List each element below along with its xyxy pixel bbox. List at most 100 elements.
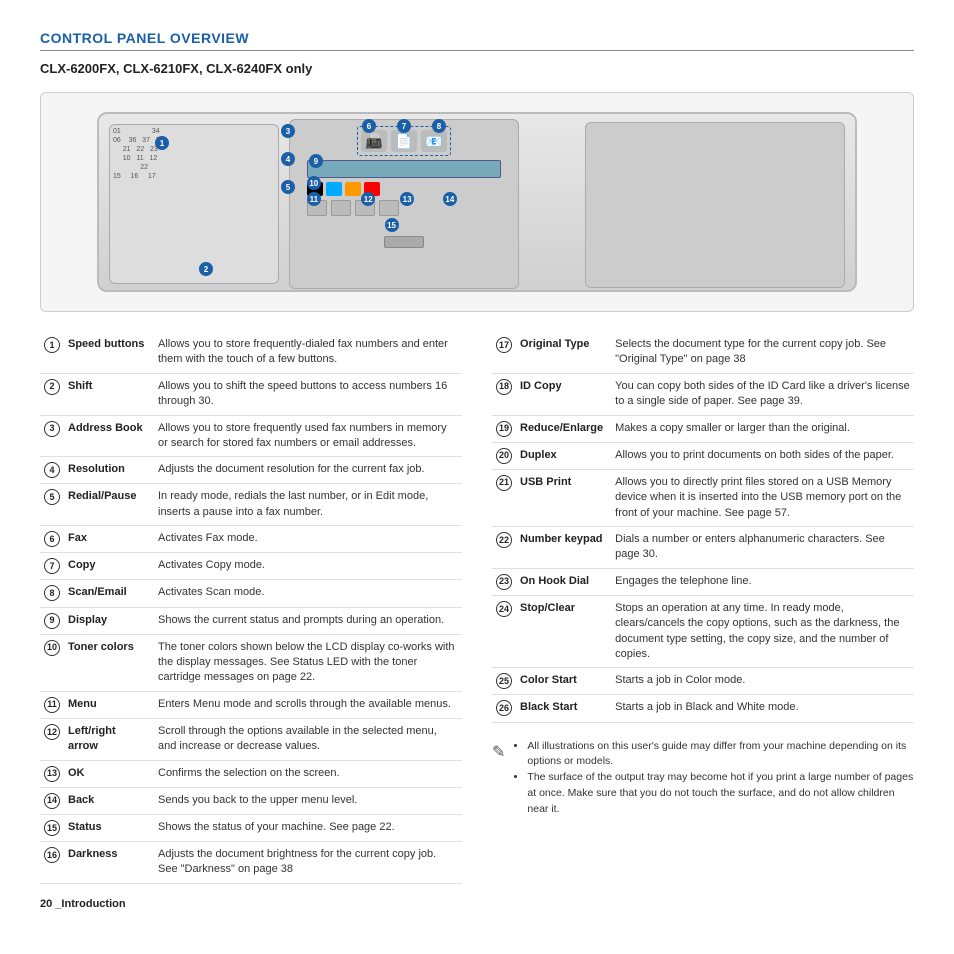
row-desc: Engages the telephone line. (611, 568, 914, 595)
right-info-table: 17 Original Type Selects the document ty… (492, 332, 914, 723)
table-row: 1 Speed buttons Allows you to store freq… (40, 332, 462, 373)
badge-14: 14 (443, 192, 457, 206)
row-desc: Scroll through the options available in … (154, 718, 462, 760)
badge-2: 2 (199, 262, 213, 276)
row-desc: Shows the current status and prompts dur… (154, 607, 462, 634)
table-row: 8 Scan/Email Activates Scan mode. (40, 580, 462, 607)
badge-13: 13 (400, 192, 414, 206)
badge-15: 15 (385, 218, 399, 232)
row-num: 7 (40, 553, 64, 580)
row-name: Back (64, 787, 154, 814)
row-num: 12 (40, 718, 64, 760)
table-row: 5 Redial/Pause In ready mode, redials th… (40, 484, 462, 526)
row-desc: Starts a job in Black and White mode. (611, 695, 914, 722)
row-desc: Activates Scan mode. (154, 580, 462, 607)
row-name: Number keypad (516, 526, 611, 568)
row-name: Black Start (516, 695, 611, 722)
table-row: 21 USB Print Allows you to directly prin… (492, 469, 914, 526)
row-desc: Allows you to store frequently used fax … (154, 415, 462, 457)
table-row: 11 Menu Enters Menu mode and scrolls thr… (40, 691, 462, 718)
badge-10: 10 (307, 176, 321, 190)
row-num: 21 (492, 469, 516, 526)
row-num: 26 (492, 695, 516, 722)
row-num: 11 (40, 691, 64, 718)
table-row: 25 Color Start Starts a job in Color mod… (492, 668, 914, 695)
table-row: 19 Reduce/Enlarge Makes a copy smaller o… (492, 415, 914, 442)
row-desc: Makes a copy smaller or larger than the … (611, 415, 914, 442)
row-desc: Allows you to store frequently-dialed fa… (154, 332, 462, 373)
badge-7: 7 (397, 119, 411, 133)
page-number-row: 20 _Introduction (40, 898, 914, 910)
row-name: Status (64, 814, 154, 841)
row-name: Shift (64, 373, 154, 415)
panel-image: 01 34 06 36 37 38 21 22 23 10 11 12 22 1… (97, 112, 857, 292)
row-desc: Shows the status of your machine. See pa… (154, 814, 462, 841)
notes-section: ✎ All illustrations on this user's guide… (492, 739, 914, 818)
row-desc: Allows you to directly print files store… (611, 469, 914, 526)
page-number: 20 (40, 898, 52, 910)
title-divider (40, 50, 914, 51)
row-name: ID Copy (516, 373, 611, 415)
table-row: 3 Address Book Allows you to store frequ… (40, 415, 462, 457)
row-desc: Enters Menu mode and scrolls through the… (154, 691, 462, 718)
row-num: 10 (40, 634, 64, 691)
table-row: 16 Darkness Adjusts the document brightn… (40, 841, 462, 883)
badge-1: 1 (155, 136, 169, 150)
row-num: 17 (492, 332, 516, 373)
row-desc: Allows you to print documents on both si… (611, 442, 914, 469)
row-desc: Stops an operation at any time. In ready… (611, 595, 914, 668)
row-name: Resolution (64, 457, 154, 484)
row-name: Menu (64, 691, 154, 718)
row-num: 6 (40, 526, 64, 553)
table-row: 13 OK Confirms the selection on the scre… (40, 760, 462, 787)
row-num: 22 (492, 526, 516, 568)
right-table-col: 17 Original Type Selects the document ty… (492, 332, 914, 817)
row-name: Color Start (516, 668, 611, 695)
row-num: 15 (40, 814, 64, 841)
table-row: 26 Black Start Starts a job in Black and… (492, 695, 914, 722)
row-desc: Dials a number or enters alphanumeric ch… (611, 526, 914, 568)
row-name: USB Print (516, 469, 611, 526)
table-row: 18 ID Copy You can copy both sides of th… (492, 373, 914, 415)
row-desc: The toner colors shown below the LCD dis… (154, 634, 462, 691)
note-content: All illustrations on this user's guide m… (513, 739, 914, 818)
table-row: 10 Toner colors The toner colors shown b… (40, 634, 462, 691)
row-name: Display (64, 607, 154, 634)
table-row: 7 Copy Activates Copy mode. (40, 553, 462, 580)
row-num: 13 (40, 760, 64, 787)
left-table-col: 1 Speed buttons Allows you to store freq… (40, 332, 462, 884)
table-row: 22 Number keypad Dials a number or enter… (492, 526, 914, 568)
table-row: 15 Status Shows the status of your machi… (40, 814, 462, 841)
list-item: The surface of the output tray may becom… (527, 770, 914, 817)
row-num: 2 (40, 373, 64, 415)
row-name: Stop/Clear (516, 595, 611, 668)
table-row: 14 Back Sends you back to the upper menu… (40, 787, 462, 814)
row-desc: Allows you to shift the speed buttons to… (154, 373, 462, 415)
badge-8: 8 (432, 119, 446, 133)
row-num: 5 (40, 484, 64, 526)
table-row: 17 Original Type Selects the document ty… (492, 332, 914, 373)
tables-row: 1 Speed buttons Allows you to store freq… (40, 332, 914, 884)
row-desc: In ready mode, redials the last number, … (154, 484, 462, 526)
row-desc: Adjusts the document brightness for the … (154, 841, 462, 883)
row-num: 1 (40, 332, 64, 373)
row-desc: Confirms the selection on the screen. (154, 760, 462, 787)
row-name: On Hook Dial (516, 568, 611, 595)
row-name: Fax (64, 526, 154, 553)
row-desc: Starts a job in Color mode. (611, 668, 914, 695)
badge-3: 3 (281, 124, 295, 138)
table-row: 9 Display Shows the current status and p… (40, 607, 462, 634)
row-name: Copy (64, 553, 154, 580)
row-num: 9 (40, 607, 64, 634)
subtitle: CLX-6200FX, CLX-6210FX, CLX-6240FX only (40, 61, 914, 76)
badge-4: 4 (281, 152, 295, 166)
note-icon: ✎ (492, 741, 505, 818)
row-num: 24 (492, 595, 516, 668)
row-num: 16 (40, 841, 64, 883)
row-desc: Selects the document type for the curren… (611, 332, 914, 373)
table-row: 6 Fax Activates Fax mode. (40, 526, 462, 553)
list-item: All illustrations on this user's guide m… (527, 739, 914, 771)
row-num: 18 (492, 373, 516, 415)
row-num: 25 (492, 668, 516, 695)
row-num: 23 (492, 568, 516, 595)
